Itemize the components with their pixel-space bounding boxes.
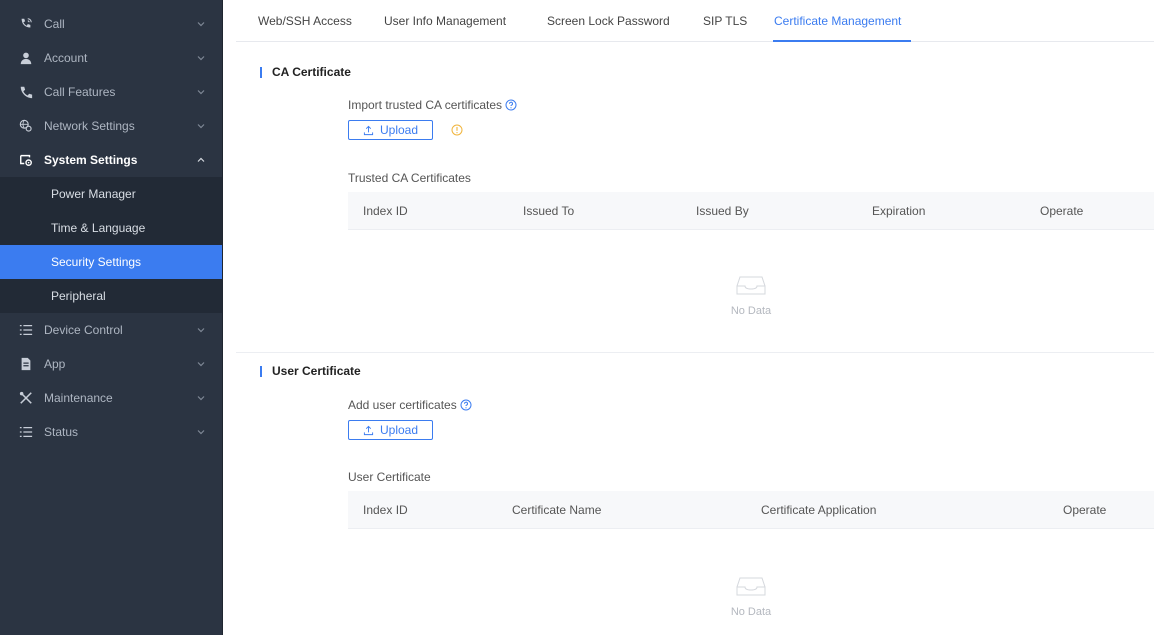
sidebar-subitem-peripheral[interactable]: Peripheral	[0, 279, 222, 313]
phone-wave-icon	[18, 16, 34, 32]
sidebar: Call Account Call Features Network Setti…	[0, 0, 223, 635]
tab-certificate-management[interactable]: Certificate Management	[772, 0, 912, 42]
column-header-issued-to: Issued To	[523, 204, 575, 218]
chevron-down-icon	[197, 328, 205, 333]
sidebar-item-label: Account	[44, 51, 88, 65]
sidebar-item-status[interactable]: Status	[0, 415, 222, 449]
trusted-ca-table-header: Index ID Issued To Issued By Expiration …	[348, 192, 1154, 230]
sidebar-item-label: Call	[44, 17, 65, 31]
main-content: Web/SSH Access User Info Management Scre…	[236, 0, 1154, 635]
sidebar-item-maintenance[interactable]: Maintenance	[0, 381, 222, 415]
sidebar-subitem-label: Security Settings	[51, 255, 142, 269]
sidebar-item-system-settings[interactable]: System Settings	[0, 143, 222, 177]
chevron-down-icon	[197, 22, 205, 27]
import-ca-label: Import trusted CA certificates	[348, 98, 517, 112]
help-icon[interactable]	[505, 99, 517, 111]
info-warning-icon[interactable]	[451, 124, 463, 136]
upload-icon	[363, 125, 374, 135]
empty-text: No Data	[730, 305, 772, 317]
user-upload-button[interactable]: Upload	[348, 420, 433, 440]
empty-inbox-icon	[736, 577, 766, 596]
sidebar-subitem-label: Power Manager	[51, 187, 136, 201]
tab-user-info-management[interactable]: User Info Management	[384, 0, 506, 42]
sidebar-subitem-time-language[interactable]: Time & Language	[0, 211, 222, 245]
empty-text: No Data	[730, 606, 772, 618]
system-settings-icon	[18, 152, 34, 168]
chevron-down-icon	[197, 430, 205, 435]
tools-icon	[18, 390, 34, 406]
network-icon	[18, 118, 34, 134]
list-icon	[18, 322, 34, 338]
column-header-certificate-application: Certificate Application	[761, 503, 877, 517]
phone-icon	[18, 84, 34, 100]
section-title-user-certificate: User Certificate	[260, 364, 361, 378]
ca-upload-button[interactable]: Upload	[348, 120, 433, 140]
column-header-index-id: Index ID	[363, 204, 408, 218]
user-upload-label: Upload	[379, 423, 419, 437]
column-header-operate: Operate	[1063, 503, 1107, 517]
column-header-issued-by: Issued By	[696, 204, 749, 218]
trusted-ca-empty-state: No Data	[348, 274, 1154, 317]
tab-web-ssh-access[interactable]: Web/SSH Access	[258, 0, 352, 42]
sidebar-item-network-settings[interactable]: Network Settings	[0, 109, 222, 143]
sidebar-item-device-control[interactable]: Device Control	[0, 313, 222, 347]
sidebar-item-app[interactable]: App	[0, 347, 222, 381]
sidebar-subitem-label: Time & Language	[51, 221, 146, 235]
add-user-cert-label: Add user certificates	[348, 398, 472, 412]
column-header-certificate-name: Certificate Name	[512, 503, 602, 517]
sidebar-item-label: Maintenance	[44, 391, 113, 405]
sidebar-subitem-power-manager[interactable]: Power Manager	[0, 177, 222, 211]
chevron-down-icon	[197, 56, 205, 61]
chevron-down-icon	[197, 396, 205, 401]
sidebar-item-label: Status	[44, 425, 79, 439]
trusted-ca-table-title: Trusted CA Certificates	[348, 171, 471, 185]
chevron-down-icon	[197, 124, 205, 129]
empty-inbox-icon	[736, 276, 766, 295]
sidebar-item-label: Call Features	[44, 85, 116, 99]
upload-icon	[363, 425, 374, 435]
add-user-cert-label-text: Add user certificates	[348, 398, 457, 412]
help-icon[interactable]	[460, 399, 472, 411]
import-ca-label-text: Import trusted CA certificates	[348, 98, 503, 112]
user-certificate-table-header: Index ID Certificate Name Certificate Ap…	[348, 491, 1154, 529]
section-title-ca-certificate: CA Certificate	[260, 65, 351, 79]
sidebar-item-call[interactable]: Call	[0, 7, 222, 41]
user-icon	[18, 50, 34, 66]
tab-screen-lock-password[interactable]: Screen Lock Password	[547, 0, 670, 42]
sidebar-item-label: Network Settings	[44, 119, 135, 133]
sidebar-subitem-security-settings[interactable]: Security Settings	[0, 245, 222, 279]
chevron-up-icon	[197, 157, 205, 162]
chevron-down-icon	[197, 362, 205, 367]
column-header-index-id: Index ID	[363, 503, 408, 517]
ca-upload-label: Upload	[379, 123, 419, 137]
chevron-down-icon	[197, 90, 205, 95]
section-divider	[236, 352, 1154, 353]
sidebar-item-label: App	[44, 357, 66, 371]
user-certificate-table-title: User Certificate	[348, 470, 431, 484]
sidebar-item-call-features[interactable]: Call Features	[0, 75, 222, 109]
app-icon	[18, 356, 34, 372]
column-header-operate: Operate	[1040, 204, 1084, 218]
user-certificate-empty-state: No Data	[348, 575, 1154, 618]
sidebar-item-label: System Settings	[44, 153, 138, 167]
tab-sip-tls[interactable]: SIP TLS	[703, 0, 747, 42]
sidebar-subitem-label: Peripheral	[51, 289, 106, 303]
column-header-expiration: Expiration	[872, 204, 926, 218]
list-icon	[18, 424, 34, 440]
sidebar-item-account[interactable]: Account	[0, 41, 222, 75]
sidebar-item-label: Device Control	[44, 323, 123, 337]
tab-bar: Web/SSH Access User Info Management Scre…	[236, 0, 1154, 42]
